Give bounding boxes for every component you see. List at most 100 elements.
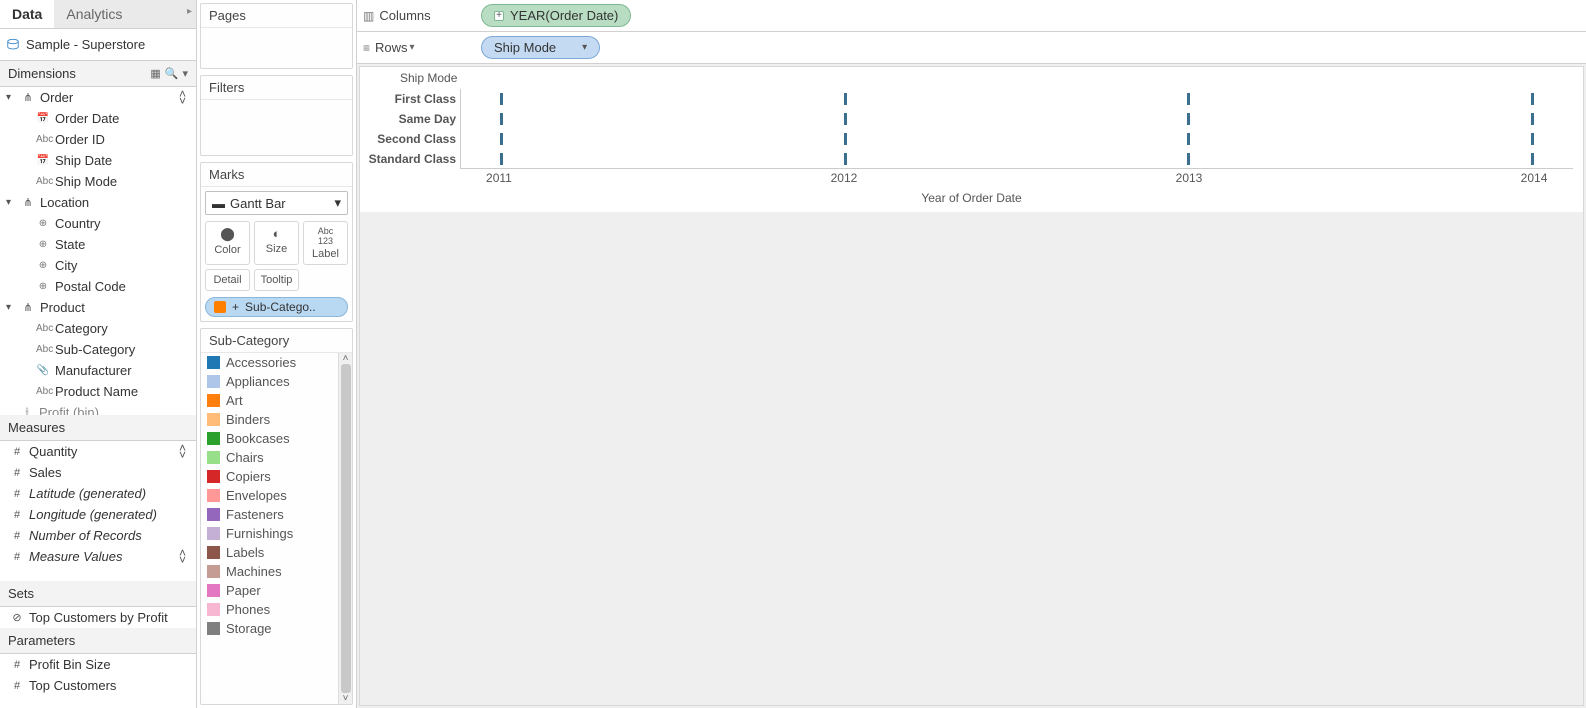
- dim-country[interactable]: ⊕Country: [0, 213, 196, 234]
- gantt-mark[interactable]: [1187, 93, 1190, 105]
- pill-dropdown-icon[interactable]: ▾: [582, 42, 587, 53]
- set-item[interactable]: ⊘Top Customers by Profit: [0, 607, 196, 628]
- scroll-up-icon[interactable]: ˄: [339, 353, 352, 364]
- rows-dropdown-icon[interactable]: ▾: [410, 42, 415, 53]
- legend-item[interactable]: Paper: [201, 581, 352, 600]
- gantt-mark[interactable]: [1187, 133, 1190, 145]
- dim-city[interactable]: ⊕City: [0, 255, 196, 276]
- dim-product-name[interactable]: AbcProduct Name: [0, 381, 196, 402]
- legend-item[interactable]: Bookcases: [201, 429, 352, 448]
- legend-item[interactable]: Phones: [201, 600, 352, 619]
- folder-order[interactable]: ▾⋔Order˄˅: [0, 87, 196, 108]
- columns-pill-year[interactable]: + YEAR(Order Date): [481, 4, 631, 27]
- legend-item[interactable]: Copiers: [201, 467, 352, 486]
- mark-label-button[interactable]: Abc123Label: [303, 221, 348, 265]
- measure-number-of-records[interactable]: #Number of Records: [0, 525, 196, 546]
- dim-order-id[interactable]: AbcOrder ID: [0, 129, 196, 150]
- dim-manufacturer[interactable]: 📎Manufacturer: [0, 360, 196, 381]
- color-encoding-pill[interactable]: + Sub-Catego..: [205, 297, 348, 317]
- legend-swatch: [207, 565, 220, 578]
- legend-item[interactable]: Labels: [201, 543, 352, 562]
- viz-row-header: Ship Mode: [400, 71, 457, 85]
- visualization-canvas[interactable]: Ship Mode First ClassSame DaySecond Clas…: [359, 66, 1584, 706]
- parameter-item[interactable]: #Profit Bin Size: [0, 654, 196, 675]
- dim-sub-category[interactable]: AbcSub-Category: [0, 339, 196, 360]
- gantt-mark[interactable]: [1531, 113, 1534, 125]
- measure-quantity[interactable]: #Quantity˄˅: [0, 441, 196, 462]
- data-panel: Data Analytics ▸ Sample - Superstore Dim…: [0, 0, 197, 708]
- parameter-item[interactable]: #Top Customers: [0, 675, 196, 696]
- legend-item[interactable]: Furnishings: [201, 524, 352, 543]
- mark-tooltip-button[interactable]: Tooltip: [254, 269, 299, 291]
- gantt-mark[interactable]: [500, 133, 503, 145]
- number-icon: #: [10, 509, 24, 521]
- chevron-up-down-icon[interactable]: ˄˅: [179, 445, 186, 459]
- gantt-mark[interactable]: [1531, 153, 1534, 165]
- gantt-mark[interactable]: [1187, 153, 1190, 165]
- mark-type-select[interactable]: ▬ Gantt Bar ▾: [205, 191, 348, 215]
- x-axis-title: Year of Order Date: [921, 191, 1021, 205]
- dim-profit-bin[interactable]: ⫲Profit (bin): [0, 402, 196, 415]
- measure-latitude-(generated)[interactable]: #Latitude (generated): [0, 483, 196, 504]
- legend-item[interactable]: Storage: [201, 619, 352, 638]
- legend-swatch: [207, 394, 220, 407]
- legend-scrollbar[interactable]: ˄ ˅: [338, 353, 352, 704]
- dim-order-date[interactable]: 📅Order Date: [0, 108, 196, 129]
- gantt-mark[interactable]: [500, 93, 503, 105]
- gantt-mark[interactable]: [844, 153, 847, 165]
- set-icon: ⊘: [10, 611, 24, 624]
- tab-data[interactable]: Data: [0, 0, 54, 28]
- dim-ship-date[interactable]: 📅Ship Date: [0, 150, 196, 171]
- legend-item[interactable]: Appliances: [201, 372, 352, 391]
- color-swatch-icon: [214, 301, 226, 313]
- dim-ship-mode[interactable]: AbcShip Mode: [0, 171, 196, 192]
- dim-label: Ship Mode: [55, 174, 117, 189]
- mark-type-label: Gantt Bar: [230, 196, 286, 211]
- mark-color-button[interactable]: ⬤Color: [205, 221, 250, 265]
- filters-shelf[interactable]: Filters: [200, 75, 353, 156]
- gantt-mark[interactable]: [844, 113, 847, 125]
- gantt-mark[interactable]: [844, 93, 847, 105]
- dim-category[interactable]: AbcCategory: [0, 318, 196, 339]
- scroll-thumb[interactable]: [341, 364, 351, 693]
- legend-item[interactable]: Binders: [201, 410, 352, 429]
- legend-item[interactable]: Accessories: [201, 353, 352, 372]
- folder-product[interactable]: ▾⋔Product: [0, 297, 196, 318]
- columns-shelf[interactable]: ▥ Columns + YEAR(Order Date): [357, 0, 1586, 32]
- mark-size-button[interactable]: ◐Size: [254, 221, 299, 265]
- chevron-up-down-icon[interactable]: ˄˅: [179, 91, 186, 105]
- legend-item[interactable]: Art: [201, 391, 352, 410]
- dim-postal-code[interactable]: ⊕Postal Code: [0, 276, 196, 297]
- measure-label: Measure Values: [29, 549, 122, 564]
- folder-location[interactable]: ▾⋔Location: [0, 192, 196, 213]
- measure-longitude-(generated)[interactable]: #Longitude (generated): [0, 504, 196, 525]
- search-icon[interactable]: 🔍: [165, 67, 179, 80]
- dim-state[interactable]: ⊕State: [0, 234, 196, 255]
- gantt-mark[interactable]: [1531, 133, 1534, 145]
- gantt-mark[interactable]: [844, 133, 847, 145]
- gantt-mark[interactable]: [500, 153, 503, 165]
- measure-sales[interactable]: #Sales: [0, 462, 196, 483]
- chevron-up-down-icon[interactable]: ˄˅: [179, 550, 186, 564]
- tab-analytics[interactable]: Analytics ▸: [54, 0, 196, 28]
- menu-icon[interactable]: ▾: [182, 67, 188, 80]
- gantt-mark[interactable]: [1531, 93, 1534, 105]
- legend-swatch: [207, 546, 220, 559]
- pages-shelf[interactable]: Pages: [200, 3, 353, 69]
- rows-shelf[interactable]: ≡ Rows ▾ Ship Mode ▾: [357, 32, 1586, 64]
- gantt-mark[interactable]: [1187, 113, 1190, 125]
- datasource-row[interactable]: Sample - Superstore: [0, 29, 196, 61]
- row-labels: First ClassSame DaySecond ClassStandard …: [360, 89, 460, 169]
- legend-item[interactable]: Machines: [201, 562, 352, 581]
- geo-icon: ⊕: [36, 260, 50, 271]
- view-toggle-icon[interactable]: ▦: [150, 67, 160, 80]
- shelves-panel: Pages Filters Marks ▬ Gantt Bar ▾ ⬤Color…: [197, 0, 357, 708]
- rows-pill-shipmode[interactable]: Ship Mode ▾: [481, 36, 600, 59]
- legend-item[interactable]: Envelopes: [201, 486, 352, 505]
- scroll-down-icon[interactable]: ˅: [339, 693, 352, 704]
- measure-measure-values[interactable]: #Measure Values˄˅: [0, 546, 196, 567]
- legend-item[interactable]: Chairs: [201, 448, 352, 467]
- mark-detail-button[interactable]: Detail: [205, 269, 250, 291]
- legend-item[interactable]: Fasteners: [201, 505, 352, 524]
- gantt-mark[interactable]: [500, 113, 503, 125]
